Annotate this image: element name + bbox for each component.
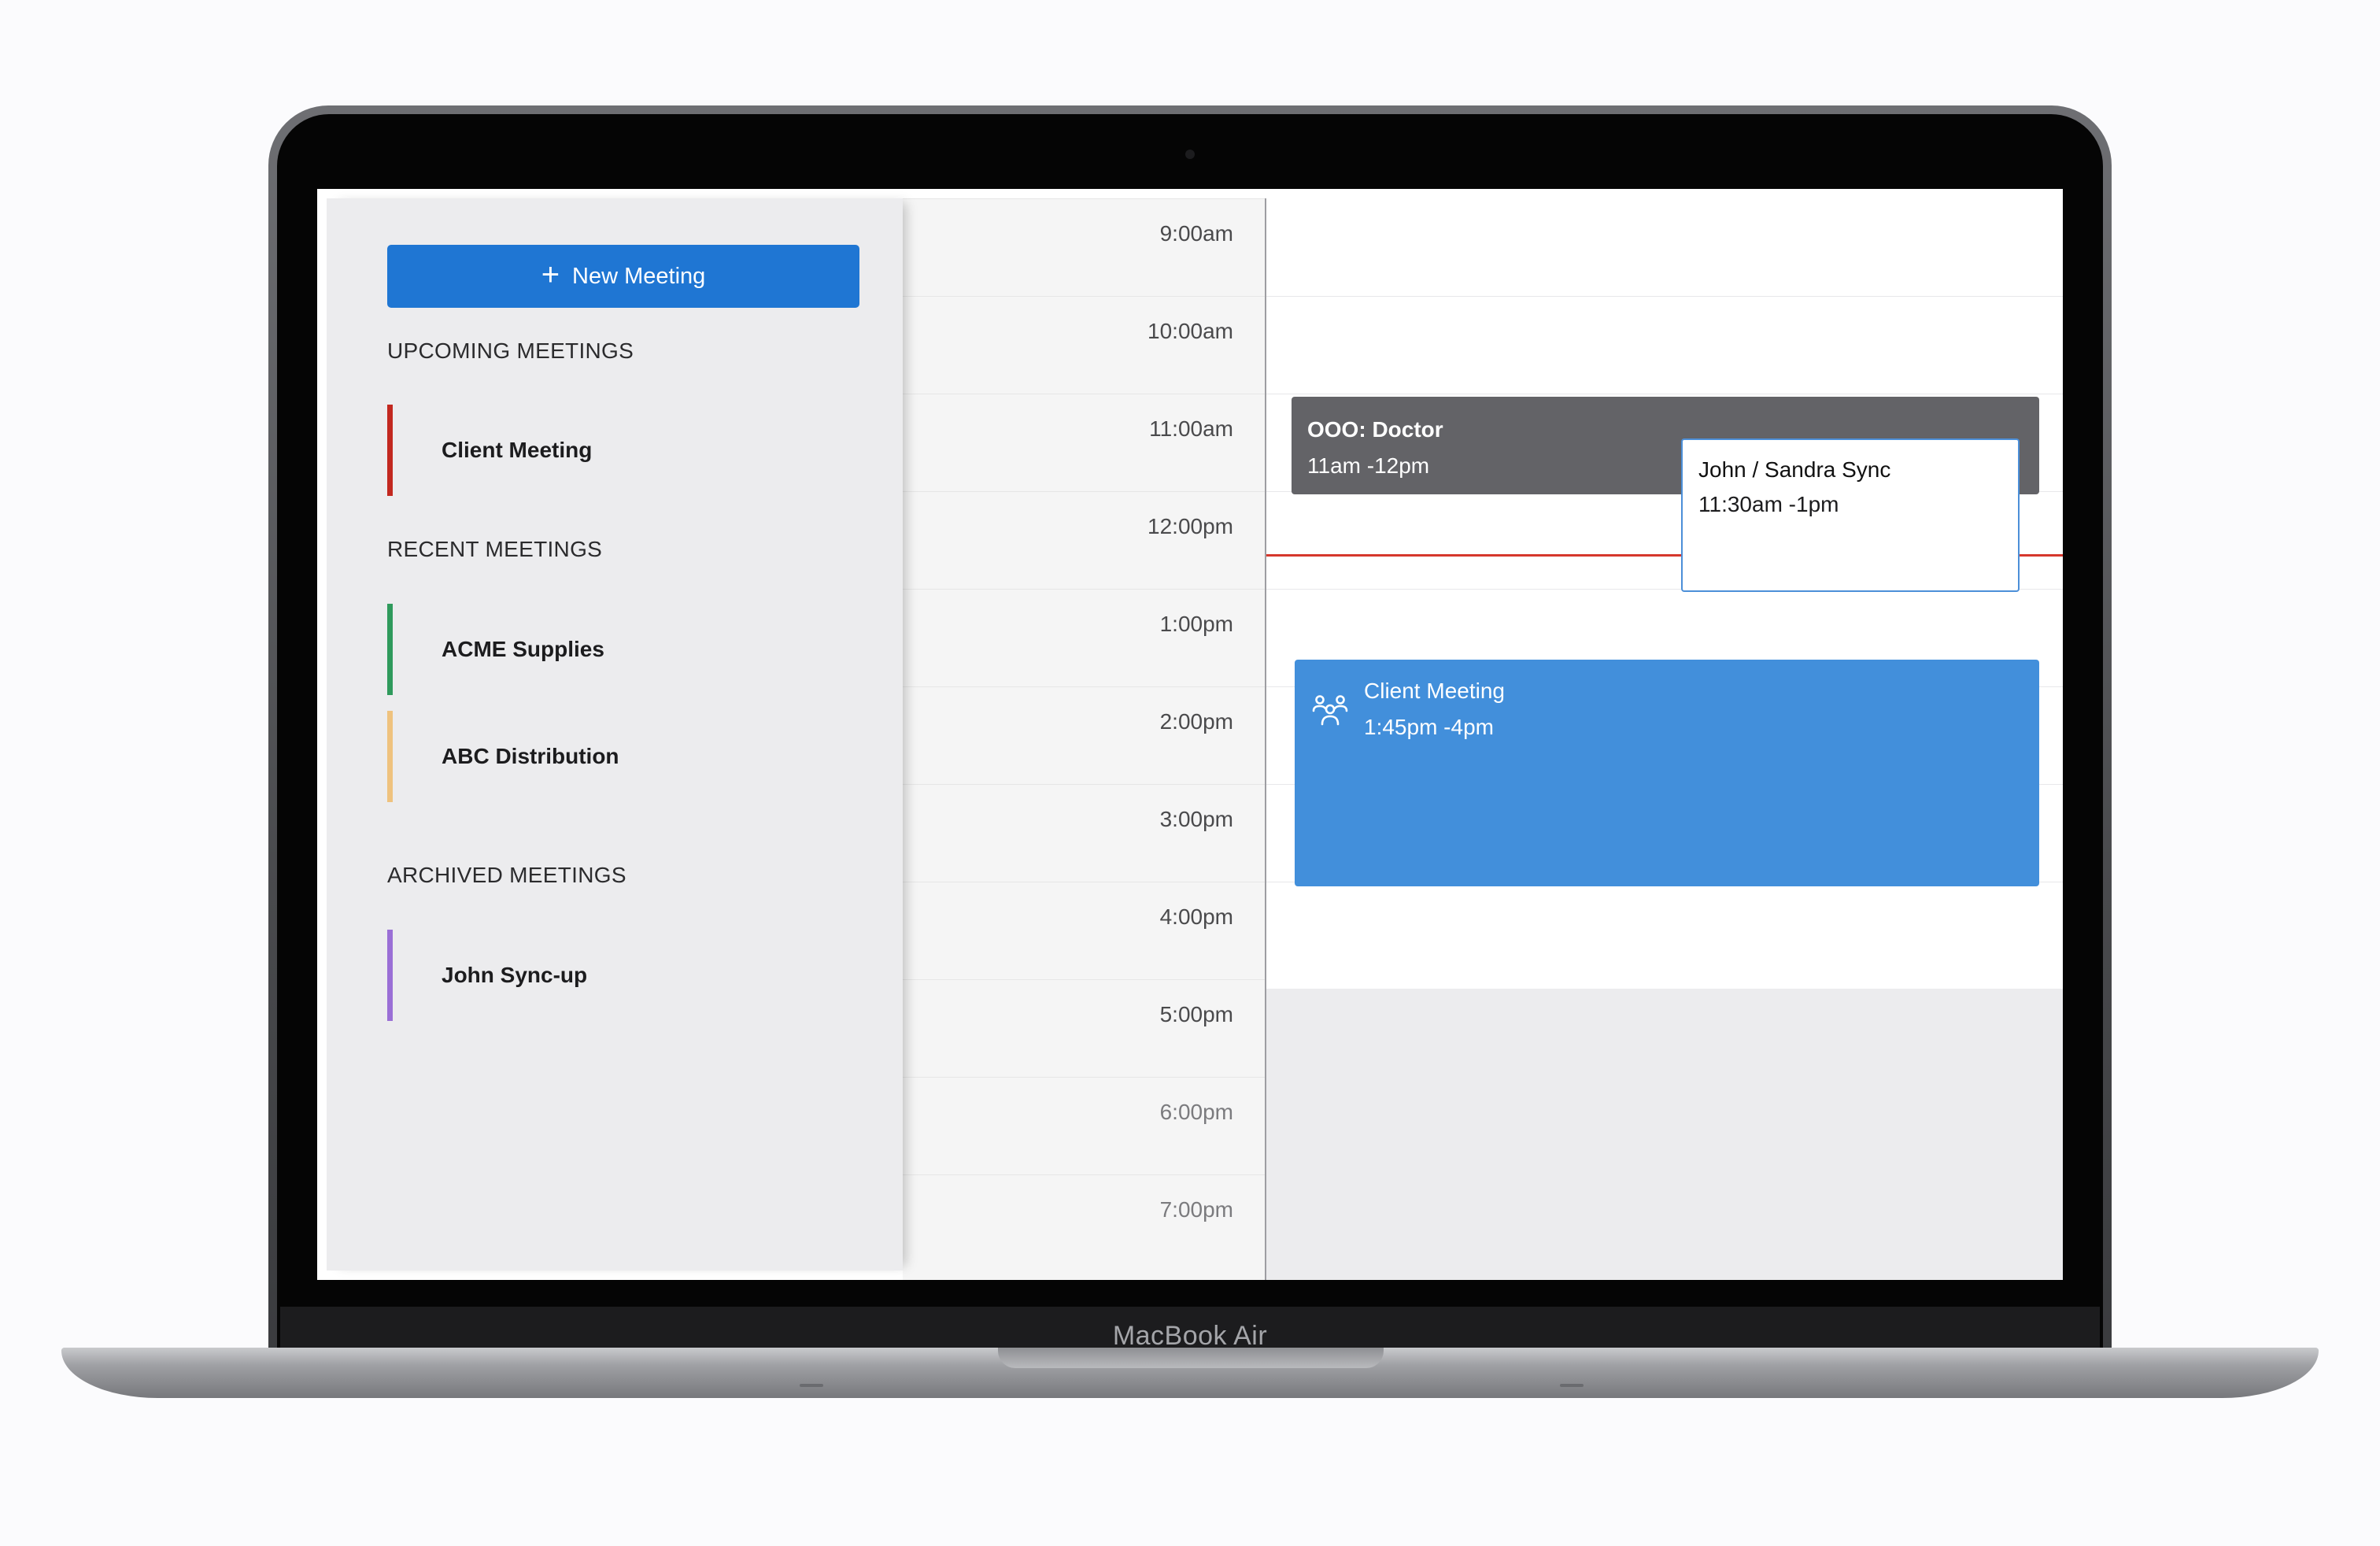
time-slot[interactable]: 4:00pm [903, 882, 1265, 979]
camera [1185, 150, 1195, 159]
plus-icon: + [541, 257, 560, 292]
time-label: 9:00am [1159, 221, 1233, 246]
meeting-color-bar [387, 711, 393, 802]
time-label: 2:00pm [1159, 709, 1233, 734]
hour-line [1266, 296, 2063, 297]
section-title-recent: RECENT MEETINGS [387, 537, 603, 561]
event-title: Client Meeting [1364, 679, 1505, 703]
laptop-foot-right [1560, 1384, 1584, 1387]
meeting-color-bar [387, 405, 393, 496]
new-meeting-button[interactable]: + New Meeting [387, 245, 859, 308]
event-time: 1:45pm -4pm [1364, 715, 1494, 739]
time-slot[interactable]: 11:00am [903, 394, 1265, 491]
time-slot[interactable]: 10:00am [903, 296, 1265, 394]
event-time: 11:30am -1pm [1698, 492, 1839, 516]
time-slot[interactable]: 9:00am [903, 198, 1265, 296]
time-label: 5:00pm [1159, 1002, 1233, 1026]
time-label: 7:00pm [1159, 1197, 1233, 1222]
event-client-meeting[interactable]: Client Meeting 1:45pm -4pm [1295, 660, 2039, 886]
time-slot[interactable]: 12:00pm [903, 491, 1265, 589]
time-label: 10:00am [1148, 319, 1233, 343]
meeting-item-john-sync-up[interactable]: John Sync-up [387, 930, 859, 1021]
time-slot[interactable]: 3:00pm [903, 784, 1265, 882]
meeting-color-bar [387, 930, 393, 1021]
calendar-day-grid[interactable]: OOO: Doctor 11am -12pm John / Sandra Syn… [1265, 198, 2063, 1280]
time-slot[interactable]: 6:00pm [903, 1077, 1265, 1174]
time-slot[interactable]: 7:00pm [903, 1174, 1265, 1272]
time-slot[interactable]: 1:00pm [903, 589, 1265, 686]
time-column: 9:00am 10:00am 11:00am 12:00pm 1:00pm 2:… [903, 198, 1265, 1280]
meeting-label: Client Meeting [442, 438, 593, 462]
time-label: 4:00pm [1159, 904, 1233, 929]
time-slot[interactable]: 5:00pm [903, 979, 1265, 1077]
meeting-item-client-meeting[interactable]: Client Meeting [387, 405, 859, 496]
time-label: 1:00pm [1159, 612, 1233, 636]
time-label: 11:00am [1149, 416, 1233, 441]
time-label: 12:00pm [1148, 514, 1233, 538]
section-title-archived: ARCHIVED MEETINGS [387, 863, 626, 887]
time-label: 6:00pm [1159, 1100, 1233, 1124]
new-meeting-label: New Meeting [572, 263, 706, 289]
time-label: 3:00pm [1159, 807, 1233, 831]
event-title: John / Sandra Sync [1698, 457, 1891, 482]
after-hours-region [1266, 989, 2063, 1280]
meeting-label: John Sync-up [442, 963, 588, 987]
meeting-item-abc-distribution[interactable]: ABC Distribution [387, 711, 859, 802]
event-john-sandra-sync[interactable]: John / Sandra Sync 11:30am -1pm [1681, 438, 2020, 592]
time-slot[interactable]: 2:00pm [903, 686, 1265, 784]
sidebar: + New Meeting UPCOMING MEETINGS Client M… [327, 198, 903, 1270]
group-icon [1312, 695, 1348, 726]
app-screen: + New Meeting UPCOMING MEETINGS Client M… [317, 189, 2063, 1280]
meeting-label: ABC Distribution [442, 744, 619, 768]
meeting-label: ACME Supplies [442, 637, 604, 661]
laptop-foot-left [800, 1384, 823, 1387]
section-title-upcoming: UPCOMING MEETINGS [387, 338, 634, 363]
meeting-color-bar [387, 604, 393, 695]
lid-notch [998, 1348, 1384, 1368]
meeting-item-acme-supplies[interactable]: ACME Supplies [387, 604, 859, 695]
